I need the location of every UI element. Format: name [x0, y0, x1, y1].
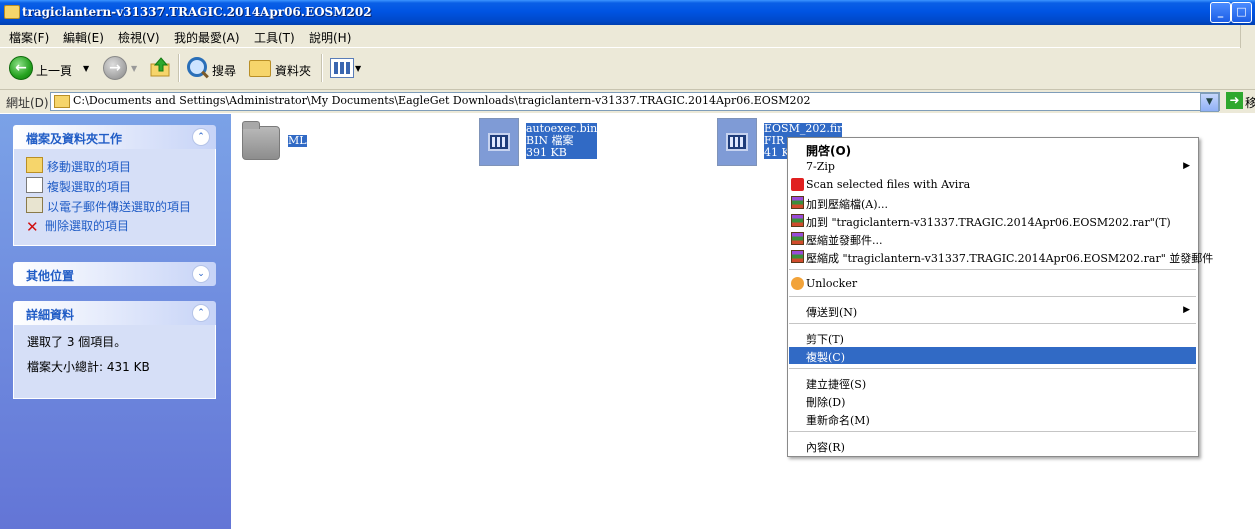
collapse-chevron-icon[interactable]: ⌃: [192, 128, 210, 146]
move-icon: [26, 157, 43, 173]
file-autoexec[interactable]: autoexec.bin BIN 檔案 391 KB: [526, 123, 598, 159]
menu-unlocker[interactable]: Unlocker: [789, 275, 1196, 292]
task-delete[interactable]: ✕ 刪除選取的項目: [26, 217, 129, 236]
maximize-button[interactable]: □: [1231, 2, 1252, 23]
copy-icon: [26, 177, 43, 193]
address-dropdown-icon[interactable]: ▼: [1200, 93, 1219, 112]
window-title: tragiclantern-v31337.TRAGIC.2014Apr06.EO…: [22, 5, 372, 19]
back-dropdown-icon[interactable]: ▼: [83, 64, 89, 73]
menu-delete[interactable]: 刪除(D): [789, 392, 1196, 409]
menu-bar: 檔案(F) 編輯(E) 檢視(V) 我的最愛(A) 工具(T) 說明(H): [0, 25, 1255, 48]
search-icon[interactable]: [187, 57, 207, 77]
search-button-label[interactable]: 搜尋: [212, 62, 236, 79]
menu-separator: [789, 269, 1196, 270]
toolbar-separator: [321, 54, 323, 82]
toolbar: ← 上一頁 ▼ → ▼ 搜尋 資料夾 ▼: [0, 48, 1255, 90]
toolbar-separator: [178, 54, 180, 82]
menu-tools[interactable]: 工具(T): [254, 29, 295, 46]
back-button-label[interactable]: 上一頁: [36, 62, 72, 79]
context-menu: 開啓(O) 7-Zip ▶ Scan selected files with Av…: [787, 137, 1213, 457]
folder-icon[interactable]: [242, 121, 280, 160]
details-title: 詳細資料: [26, 308, 75, 322]
folder-icon: [54, 95, 70, 108]
menu-rename[interactable]: 重新命名(M): [789, 410, 1196, 427]
submenu-arrow-icon: ▶: [1183, 161, 1190, 171]
file-tasks-panel: 檔案及資料夾工作 ⌃ 移動選取的項目 複製選取的項目 以電子郵件傳送選取的項目 …: [13, 125, 216, 246]
expand-chevron-icon[interactable]: ⌄: [192, 265, 210, 283]
go-arrow-icon[interactable]: ➜: [1226, 92, 1243, 109]
forward-dropdown-icon[interactable]: ▼: [131, 64, 137, 73]
winrar-icon: [791, 250, 804, 263]
fir-file-icon[interactable]: [717, 118, 757, 166]
title-bar[interactable]: tragiclantern-v31337.TRAGIC.2014Apr06.EO…: [0, 0, 1255, 25]
address-bar: 網址(D) C:\Documents and Settings\Administ…: [0, 90, 1255, 113]
menu-edit[interactable]: 編輯(E): [63, 29, 104, 46]
avira-icon: [791, 178, 804, 191]
details-panel: 詳細資料 ⌃ 選取了 3 個項目。 檔案大小總計: 431 KB: [13, 301, 216, 399]
file-tasks-body: 移動選取的項目 複製選取的項目 以電子郵件傳送選取的項目 ✕ 刪除選取的項目: [13, 149, 216, 246]
menu-7zip[interactable]: 7-Zip ▶: [789, 158, 1196, 175]
go-button-label[interactable]: 移: [1245, 94, 1255, 111]
menu-file[interactable]: 檔案(F): [9, 29, 49, 46]
winrar-icon: [791, 196, 804, 209]
submenu-arrow-icon: ▶: [1183, 305, 1190, 315]
file-size: 391 KB: [526, 146, 567, 159]
menu-view[interactable]: 檢視(V): [118, 29, 160, 46]
selected-count: 選取了 3 個項目。: [27, 335, 127, 349]
task-move[interactable]: 移動選取的項目: [26, 157, 131, 175]
details-header[interactable]: 詳細資料 ⌃: [13, 301, 216, 325]
menu-add-archive[interactable]: 加到壓縮檔(A)...: [789, 194, 1196, 211]
minimize-button[interactable]: _: [1210, 2, 1231, 23]
menu-copy[interactable]: 複製(C): [789, 347, 1196, 364]
menu-avira-scan[interactable]: Scan selected files with Avira: [789, 176, 1196, 193]
menu-favorites[interactable]: 我的最愛(A): [174, 29, 240, 46]
menu-create-shortcut[interactable]: 建立捷徑(S): [789, 374, 1196, 391]
menu-send-to[interactable]: 傳送到(N) ▶: [789, 302, 1196, 319]
views-dropdown-icon[interactable]: ▼: [355, 64, 361, 73]
bin-file-icon[interactable]: [479, 118, 519, 166]
menu-help[interactable]: 說明(H): [309, 29, 351, 46]
back-icon[interactable]: ←: [9, 56, 33, 80]
address-label: 網址(D): [6, 96, 49, 110]
menu-open[interactable]: 開啓(O): [789, 140, 1196, 158]
file-name-ml[interactable]: ML: [288, 135, 307, 147]
total-size: 檔案大小總計: 431 KB: [27, 360, 150, 374]
other-places-panel: 其他位置 ⌄: [13, 262, 216, 286]
address-input[interactable]: C:\Documents and Settings\Administrator\…: [50, 92, 1220, 111]
details-body: 選取了 3 個項目。 檔案大小總計: 431 KB: [13, 325, 216, 399]
menu-separator: [789, 431, 1196, 432]
views-icon[interactable]: [330, 58, 354, 78]
menu-cut[interactable]: 剪下(T): [789, 329, 1196, 346]
menu-separator: [789, 323, 1196, 324]
delete-x-icon: ✕: [26, 218, 39, 236]
forward-icon[interactable]: →: [103, 56, 127, 80]
folder-icon: [4, 5, 20, 19]
address-path[interactable]: C:\Documents and Settings\Administrator\…: [73, 94, 811, 107]
folders-button-label[interactable]: 資料夾: [275, 62, 311, 79]
winrar-icon: [791, 232, 804, 245]
menu-separator: [789, 368, 1196, 369]
other-places-title: 其他位置: [26, 269, 75, 283]
task-copy[interactable]: 複製選取的項目: [26, 177, 131, 195]
folder-up-icon[interactable]: [150, 57, 172, 77]
file-tasks-title: 檔案及資料夾工作: [26, 132, 123, 146]
other-places-header[interactable]: 其他位置 ⌄: [13, 262, 216, 286]
email-icon: [26, 197, 43, 213]
file-tasks-header[interactable]: 檔案及資料夾工作 ⌃: [13, 125, 216, 149]
task-pane: 檔案及資料夾工作 ⌃ 移動選取的項目 複製選取的項目 以電子郵件傳送選取的項目 …: [0, 114, 231, 529]
folders-icon[interactable]: [249, 60, 271, 77]
winrar-icon: [791, 214, 804, 227]
menu-separator: [789, 296, 1196, 297]
menu-properties[interactable]: 內容(R): [789, 437, 1196, 454]
menu-compress-email[interactable]: 壓縮並發郵件...: [789, 230, 1196, 247]
task-email[interactable]: 以電子郵件傳送選取的項目: [26, 197, 191, 215]
menu-compress-rar-email[interactable]: 壓縮成 "tragiclantern-v31337.TRAGIC.2014Apr…: [789, 248, 1213, 265]
menu-add-to-rar[interactable]: 加到 "tragiclantern-v31337.TRAGIC.2014Apr0…: [789, 212, 1196, 229]
collapse-chevron-icon[interactable]: ⌃: [192, 304, 210, 322]
unlocker-icon: [791, 277, 804, 290]
